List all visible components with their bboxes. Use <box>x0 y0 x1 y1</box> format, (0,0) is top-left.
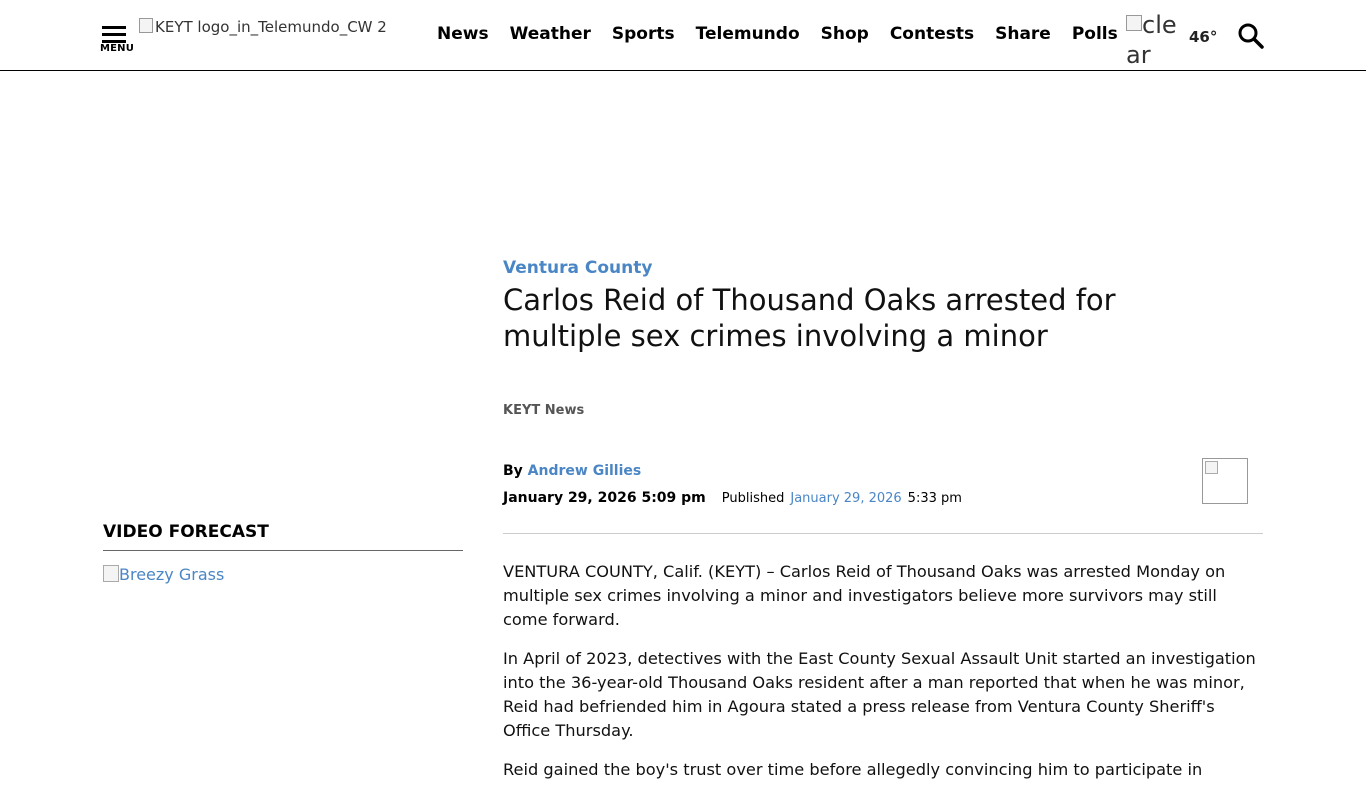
video-alt-text: Breezy Grass <box>119 565 225 584</box>
broken-image-icon <box>1205 461 1218 474</box>
weather-condition-icon <box>1126 15 1142 31</box>
article-paragraph: In April of 2023, detectives with the Ea… <box>503 649 1256 740</box>
site-logo[interactable]: KEYT logo_in_Telemundo_CW 2 <box>139 18 429 38</box>
byline-label: By <box>503 463 523 479</box>
site-header: MENU KEYT logo_in_Telemundo_CW 2 News We… <box>0 0 1366 71</box>
nav-item-telemundo[interactable]: Telemundo <box>696 24 800 44</box>
article-paragraph: VENTURA COUNTY, Calif. (KEYT) – Carlos R… <box>503 562 1226 629</box>
published-date-link[interactable]: January 29, 2026 <box>790 491 901 506</box>
nav-item-contests[interactable]: Contests <box>890 24 974 44</box>
weather-widget[interactable]: clear <box>1126 10 1182 70</box>
menu-button[interactable]: MENU <box>100 26 134 58</box>
article-source: KEYT News <box>503 403 585 418</box>
published-time: 5:33 pm <box>907 491 962 506</box>
article-body: VENTURA COUNTY, Calif. (KEYT) – Carlos R… <box>503 560 1263 797</box>
hamburger-icon <box>100 26 130 43</box>
broken-image-icon <box>139 18 153 33</box>
byline: By Andrew Gillies <box>503 463 641 479</box>
article-category[interactable]: Ventura County <box>503 258 652 278</box>
nav-item-share[interactable]: Share <box>995 24 1051 44</box>
article-paragraph: Reid gained the boy's trust over time be… <box>503 760 1203 779</box>
menu-label: MENU <box>100 43 135 54</box>
published-label: Published <box>721 491 785 506</box>
updated-timestamp: January 29, 2026 5:09 pm <box>503 490 706 506</box>
nav-item-sports[interactable]: Sports <box>612 24 675 44</box>
search-icon <box>1238 23 1264 49</box>
main-nav: News Weather Sports Telemundo Shop Conte… <box>437 24 1139 44</box>
divider <box>503 533 1263 534</box>
nav-item-shop[interactable]: Shop <box>821 24 869 44</box>
nav-item-news[interactable]: News <box>437 24 489 44</box>
author-link[interactable]: Andrew Gillies <box>528 463 642 479</box>
author-avatar <box>1202 458 1248 504</box>
logo-alt-text: KEYT logo_in_Telemundo_CW 2 <box>155 18 387 36</box>
video-forecast-heading: VIDEO FORECAST <box>103 522 463 551</box>
broken-image-icon <box>103 565 119 582</box>
nav-item-polls[interactable]: Polls <box>1072 24 1118 44</box>
article-title: Carlos Reid of Thousand Oaks arrested fo… <box>503 283 1116 353</box>
search-button[interactable] <box>1236 21 1266 51</box>
article-dates: January 29, 2026 5:09 pm Published January… <box>503 490 962 506</box>
video-forecast-thumbnail[interactable]: Breezy Grass <box>103 565 224 584</box>
temperature: 46° <box>1189 28 1218 46</box>
nav-item-weather[interactable]: Weather <box>510 24 591 44</box>
